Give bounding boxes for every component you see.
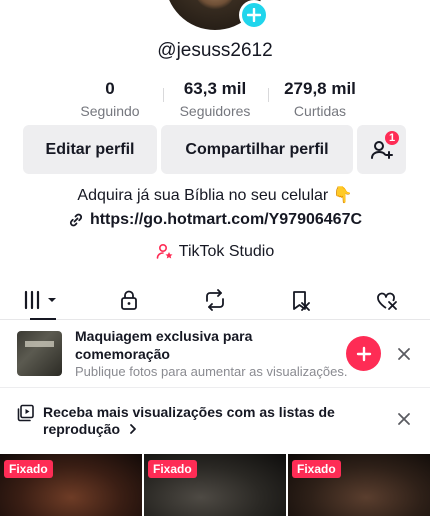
- playlist-banner[interactable]: Receba mais visualizações com as listas …: [0, 392, 430, 450]
- link-icon: [69, 213, 82, 227]
- share-profile-button[interactable]: Compartilhar perfil: [161, 125, 353, 174]
- promo-subtitle: Publique fotos para aumentar as visualiz…: [75, 363, 348, 379]
- avatar-container[interactable]: [165, 0, 269, 30]
- username: @jesuss2612: [157, 40, 273, 61]
- plus-icon: [247, 8, 261, 22]
- liked-heart-icon: [377, 292, 397, 310]
- playlist-text: Receba mais visualizações com as listas …: [43, 404, 343, 438]
- profile-link-text: https://go.hotmart.com/Y97906467C: [89, 211, 363, 228]
- chevron-right-icon: [130, 424, 136, 434]
- repost-icon: [206, 288, 224, 311]
- promo-title: Maquiagem exclusiva para comemoração: [75, 327, 253, 362]
- stat-value: 63,3 mil: [183, 79, 247, 98]
- video-grid: Fixado Fixado Fixado: [0, 454, 430, 516]
- tab-liked[interactable]: [344, 280, 430, 319]
- promo-add-button[interactable]: [346, 336, 381, 371]
- plus-icon: [356, 346, 371, 361]
- profile-link[interactable]: https://go.hotmart.com/Y97906467C: [0, 211, 430, 229]
- stats-row: 0 Seguindo 63,3 mil Seguidores 279,8 mil…: [0, 78, 430, 120]
- video-thumbnail[interactable]: Fixado: [144, 454, 286, 516]
- stat-likes[interactable]: 279,8 mil Curtidas: [267, 78, 373, 120]
- tab-private[interactable]: [86, 280, 172, 319]
- stat-label: Curtidas: [293, 103, 347, 119]
- studio-person-star-icon: [156, 243, 173, 259]
- stat-value: 0: [105, 79, 115, 98]
- stat-label: Seguindo: [80, 103, 140, 119]
- video-thumbnail[interactable]: Fixado: [288, 454, 430, 516]
- add-friend-button[interactable]: 1: [357, 125, 406, 174]
- add-avatar-button[interactable]: [239, 0, 269, 30]
- edit-profile-button[interactable]: Editar perfil: [23, 125, 157, 174]
- playlist-message: Receba mais visualizações com as listas …: [43, 404, 335, 437]
- pinned-badge: Fixado: [292, 460, 341, 478]
- close-icon[interactable]: [397, 347, 411, 361]
- video-thumbnail[interactable]: Fixado: [0, 454, 142, 516]
- tiktok-studio-link[interactable]: TikTok Studio: [0, 243, 430, 261]
- tab-saved[interactable]: [258, 280, 344, 319]
- studio-label: TikTok Studio: [178, 243, 275, 260]
- stat-label: Seguidores: [179, 103, 251, 119]
- stat-followers[interactable]: 63,3 mil Seguidores: [162, 78, 268, 120]
- promo-banner[interactable]: Maquiagem exclusiva para comemoração Pub…: [0, 320, 430, 388]
- profile-bio: Adquira já sua Bíblia no seu celular 👇: [77, 187, 353, 204]
- profile-actions: Editar perfil Compartilhar perfil 1: [23, 125, 406, 174]
- lock-icon: [121, 290, 137, 310]
- profile-tabs: [0, 280, 430, 320]
- tab-videos[interactable]: [0, 280, 86, 320]
- tab-reposts[interactable]: [172, 280, 258, 319]
- notification-badge: 1: [383, 129, 401, 147]
- grid-videos-icon: [24, 290, 56, 309]
- stat-value: 279,8 mil: [284, 79, 356, 98]
- promo-thumbnail: [17, 331, 62, 376]
- pinned-badge: Fixado: [4, 460, 53, 478]
- bookmark-icon: [293, 290, 310, 311]
- promo-text: Maquiagem exclusiva para comemoração Pub…: [75, 327, 348, 381]
- close-icon[interactable]: [397, 412, 411, 426]
- playlist-icon: [17, 404, 34, 422]
- stat-following[interactable]: 0 Seguindo: [58, 78, 163, 120]
- pinned-badge: Fixado: [148, 460, 197, 478]
